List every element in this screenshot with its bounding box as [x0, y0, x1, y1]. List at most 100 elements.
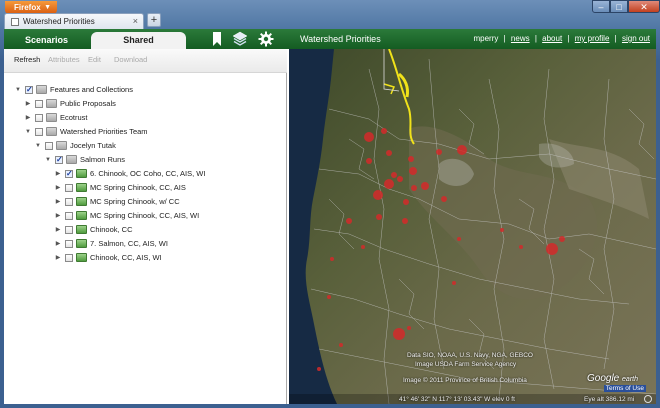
visibility-checkbox[interactable] [65, 198, 73, 206]
visibility-checkbox[interactable] [45, 142, 53, 150]
feature-icon [76, 211, 87, 220]
maximize-button[interactable]: □ [610, 0, 628, 13]
my-profile-link[interactable]: my profile [575, 34, 610, 43]
tab-scenarios[interactable]: Scenarios [4, 32, 89, 49]
tree-item-label[interactable]: 7. Salmon, CC, AIS, WI [90, 237, 168, 251]
tree-item[interactable]: ▶ MC Spring Chinook, CC, AIS, WI [4, 209, 287, 223]
minimize-button[interactable]: – [592, 0, 610, 13]
tree-item-label[interactable]: Features and Collections [50, 83, 133, 97]
tree-item[interactable]: ▶ MC Spring Chinook, w/ CC [4, 195, 287, 209]
earth-logo-text: earth [622, 376, 638, 383]
separator: | [567, 34, 570, 43]
tree-item-label[interactable]: Salmon Runs [80, 153, 125, 167]
browser-window: Firefox ▼ – □ ✕ Watershed Priorities × +… [0, 0, 660, 408]
folder-icon [36, 85, 47, 94]
tree-item[interactable]: ▼ Watershed Priorities Team [4, 125, 287, 139]
tab-title: Watershed Priorities [23, 17, 95, 26]
tree-item[interactable]: ▼ Jocelyn Tutak [4, 139, 287, 153]
tree-item[interactable]: ▶ Ecotrust [4, 111, 287, 125]
tree-item-label[interactable]: MC Spring Chinook, CC, AIS, WI [90, 209, 199, 223]
visibility-checkbox[interactable] [65, 212, 73, 220]
tree-item-label[interactable]: Chinook, CC, AIS, WI [90, 251, 162, 265]
gear-icon[interactable] [258, 31, 274, 47]
map-attribution: Data SIO, NOAA, U.S. Navy, NGA, GEBCO [407, 352, 533, 359]
tree-item[interactable]: ▶ Chinook, CC [4, 223, 287, 237]
refresh-button[interactable]: Refresh [14, 49, 40, 71]
map-attribution: Image USDA Farm Service Agency [415, 361, 517, 368]
expand-arrow-icon[interactable]: ▶ [24, 97, 32, 111]
news-link[interactable]: news [511, 34, 530, 43]
separator: | [503, 34, 506, 43]
tree-item[interactable]: ▼ Salmon Runs [4, 153, 287, 167]
visibility-checkbox[interactable] [35, 100, 43, 108]
tree-item[interactable]: ▶ Chinook, CC, AIS, WI [4, 251, 287, 265]
download-button[interactable]: Download [114, 49, 147, 71]
user-links: mperry | news | about | my profile | sig… [473, 29, 650, 49]
visibility-checkbox[interactable] [65, 240, 73, 248]
feature-tree: ▼ Features and Collections ▶ Public Proposa… [4, 83, 287, 265]
tree-item[interactable]: ▼ Features and Collections [4, 83, 287, 97]
sign-out-link[interactable]: sign out [622, 34, 650, 43]
app-title: Watershed Priorities [300, 34, 381, 44]
terms-of-use-link[interactable]: Terms of Use [603, 385, 646, 392]
map-status-bar: 41° 46' 32" N 117° 13' 03.43" W elev 0 f… [289, 394, 656, 404]
tab-close-icon[interactable]: × [133, 14, 138, 29]
feature-icon [76, 225, 87, 234]
tree-item-label[interactable]: 6. Chinook, OC Coho, CC, AIS, WI [90, 167, 205, 181]
folder-icon [46, 99, 57, 108]
expand-arrow-icon[interactable]: ▶ [54, 251, 62, 265]
expand-arrow-icon[interactable]: ▶ [54, 209, 62, 223]
expand-arrow-icon[interactable]: ▶ [54, 167, 62, 181]
collapse-arrow-icon[interactable]: ▼ [34, 139, 42, 153]
visibility-checkbox[interactable] [65, 184, 73, 192]
visibility-checkbox[interactable] [55, 153, 63, 167]
tab-shared[interactable]: Shared [91, 32, 186, 49]
tree-item-label[interactable]: Chinook, CC [90, 223, 133, 237]
visibility-checkbox[interactable] [25, 83, 33, 97]
tree-item[interactable]: ▶ MC Spring Chinook, CC, AIS [4, 181, 287, 195]
page-icon [11, 18, 19, 26]
visibility-checkbox[interactable] [35, 128, 43, 136]
visibility-checkbox[interactable] [65, 254, 73, 262]
tree-item[interactable]: ▶ 7. Salmon, CC, AIS, WI [4, 237, 287, 251]
expand-arrow-icon[interactable]: ▶ [54, 195, 62, 209]
visibility-checkbox[interactable] [35, 114, 43, 122]
panel-toolbar: Refresh Attributes Edit Download [4, 49, 287, 73]
tree-item[interactable]: ▶ 6. Chinook, OC Coho, CC, AIS, WI [4, 167, 287, 181]
collapse-arrow-icon[interactable]: ▼ [44, 153, 52, 167]
expand-arrow-icon[interactable]: ▶ [24, 111, 32, 125]
folder-icon [56, 141, 67, 150]
collapse-arrow-icon[interactable]: ▼ [24, 125, 32, 139]
close-window-button[interactable]: ✕ [628, 0, 660, 13]
coordinates-readout: 41° 46' 32" N 117° 13' 03.43" W elev 0 f… [399, 396, 515, 403]
visibility-checkbox[interactable] [65, 226, 73, 234]
tree-item[interactable]: ▶ Public Proposals [4, 97, 287, 111]
tree-item-label[interactable]: Public Proposals [60, 97, 116, 111]
firefox-menu-label: Firefox [14, 3, 41, 12]
expand-arrow-icon[interactable]: ▶ [54, 237, 62, 251]
compass-icon[interactable] [644, 395, 652, 403]
edit-button[interactable]: Edit [88, 49, 101, 71]
tree-item-label[interactable]: MC Spring Chinook, w/ CC [90, 195, 180, 209]
expand-arrow-icon[interactable]: ▶ [54, 223, 62, 237]
tree-item-label[interactable]: Ecotrust [60, 111, 88, 125]
attributes-button[interactable]: Attributes [48, 49, 80, 71]
satellite-map[interactable] [289, 49, 656, 404]
tree-item-label[interactable]: Watershed Priorities Team [60, 125, 148, 139]
browser-tab[interactable]: Watershed Priorities × [4, 13, 144, 29]
folder-icon [66, 155, 77, 164]
app-header: Scenarios Shared Watershed Priorities mp… [4, 29, 656, 49]
folder-icon [46, 113, 57, 122]
map-view[interactable]: Data SIO, NOAA, U.S. Navy, NGA, GEBCO Im… [289, 49, 656, 404]
bookmark-icon[interactable] [209, 31, 225, 47]
expand-arrow-icon[interactable]: ▶ [54, 181, 62, 195]
collapse-arrow-icon[interactable]: ▼ [14, 83, 22, 97]
layers-icon[interactable] [232, 31, 248, 47]
tree-item-label[interactable]: Jocelyn Tutak [70, 139, 116, 153]
google-earth-logo: Google earth [587, 373, 638, 384]
about-link[interactable]: about [542, 34, 562, 43]
new-tab-button[interactable]: + [147, 13, 161, 27]
feature-icon [76, 197, 87, 206]
visibility-checkbox[interactable] [65, 167, 73, 181]
tree-item-label[interactable]: MC Spring Chinook, CC, AIS [90, 181, 186, 195]
